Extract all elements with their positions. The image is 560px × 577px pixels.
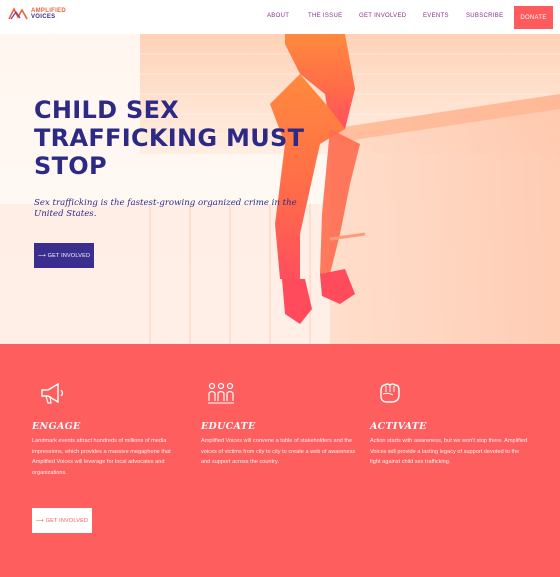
hero-title-line-3: STOP — [34, 152, 107, 180]
pillar-title-activate: ACTIVATE — [370, 421, 427, 432]
hero-subtitle: Sex trafficking is the fastest-growing o… — [34, 198, 297, 219]
pillar-title-engage: ENGAGE — [32, 421, 81, 432]
hero-get-involved-button[interactable]: ⟶ GET INVOLVED — [34, 243, 94, 268]
pillars-get-involved-button[interactable]: ⟶ GET INVOLVED — [32, 508, 92, 533]
logo-mark-icon — [8, 7, 28, 20]
logo[interactable]: AMPLIFIED VOICES — [8, 7, 66, 21]
nav-events[interactable]: EVENTS — [423, 13, 449, 19]
hero-title-line-2: TRAFFICKING MUST — [34, 124, 305, 152]
pillar-text-activate: Action starts with awareness, but we won… — [370, 438, 528, 465]
donate-button[interactable]: DONATE — [514, 6, 553, 29]
nav-subscribe[interactable]: SUBSCRIBE — [466, 13, 503, 19]
logo-line2: VOICES — [31, 14, 56, 20]
logo-text: AMPLIFIED VOICES — [31, 8, 66, 20]
nav-the-issue[interactable]: THE ISSUE — [308, 13, 342, 19]
pillars-section: ENGAGE Landmark events attract hundreds … — [0, 344, 560, 577]
pillar-text-engage: Landmark events attract hundreds of mill… — [32, 438, 171, 476]
nav-about[interactable]: ABOUT — [267, 13, 289, 19]
hero-section: CHILD SEX TRAFFICKING MUST STOP Sex traf… — [0, 34, 560, 344]
hero-photo — [0, 34, 560, 344]
megaphone-icon — [41, 382, 64, 404]
hero-title: CHILD SEX TRAFFICKING MUST STOP — [34, 96, 314, 180]
nav-get-involved[interactable]: GET INVOLVED — [359, 13, 406, 19]
pillar-text-educate: Amplified Voices will convene a table of… — [201, 438, 356, 465]
site-header: AMPLIFIED VOICES ABOUT THE ISSUE GET INV… — [0, 0, 560, 34]
raised-fist-icon — [380, 383, 400, 403]
hero-title-line-1: CHILD SEX — [34, 96, 180, 124]
people-group-icon — [208, 382, 234, 404]
pillar-title-educate: EDUCATE — [201, 421, 256, 432]
